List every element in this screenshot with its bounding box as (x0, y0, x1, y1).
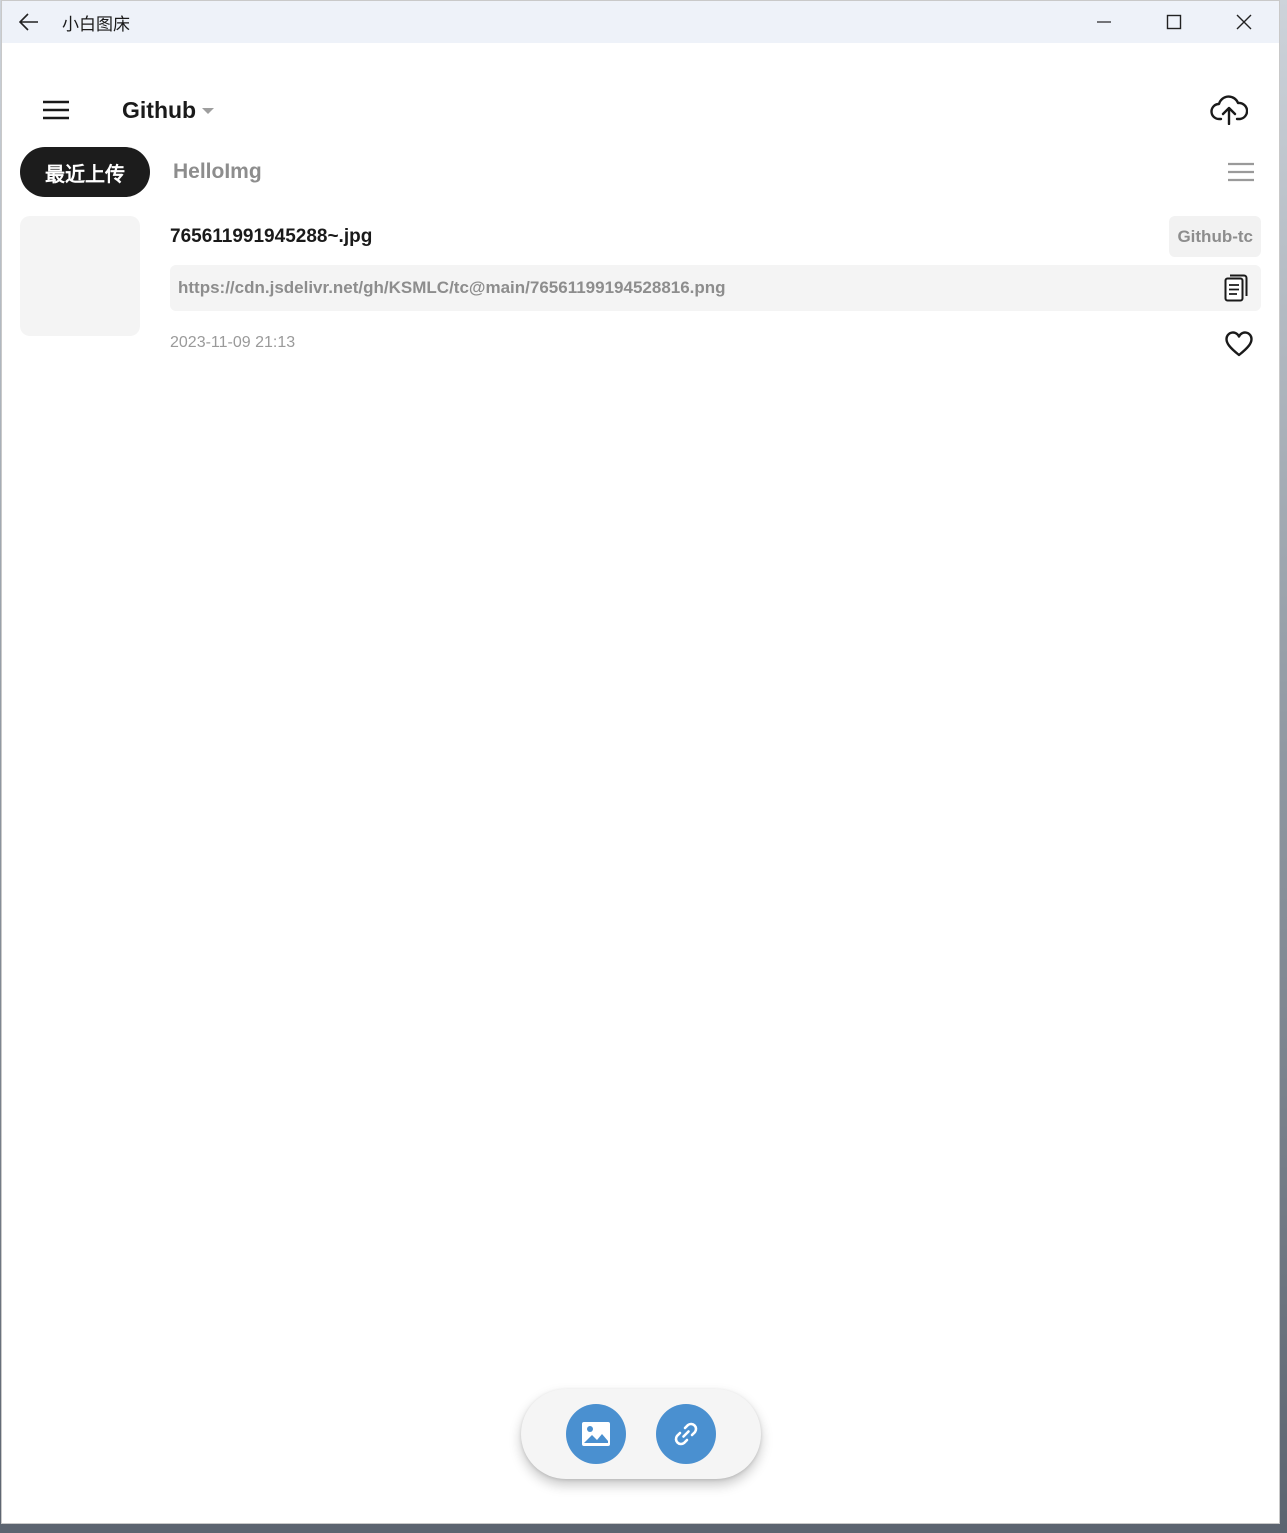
cloud-upload-icon (1210, 95, 1248, 125)
app-window: 小白图床 Github 最近上传 HelloImg 76561199194528… (1, 0, 1280, 1524)
maximize-icon (1166, 14, 1182, 30)
upload-date: 2023-11-09 21:13 (170, 334, 296, 351)
maximize-button[interactable] (1139, 1, 1209, 43)
file-name: 765611991945288~.jpg (170, 226, 373, 247)
app-bar: Github (2, 81, 1279, 139)
title-bar: 小白图床 (2, 1, 1279, 43)
tab-bar: 最近上传 HelloImg (20, 147, 1261, 199)
favorite-button[interactable] (1221, 326, 1257, 362)
tab-recent-uploads[interactable]: 最近上传 (20, 147, 150, 197)
image-thumbnail[interactable] (20, 216, 140, 336)
window-title: 小白图床 (62, 14, 130, 35)
close-icon (1236, 14, 1252, 30)
host-name: Github (122, 96, 197, 123)
upload-image-button[interactable] (566, 1404, 626, 1464)
list-view-button[interactable] (1221, 155, 1261, 189)
floating-action-bar (521, 1389, 761, 1479)
close-button[interactable] (1209, 1, 1279, 43)
window-controls (1069, 1, 1279, 43)
upload-button[interactable] (1205, 87, 1253, 133)
upload-link-button[interactable] (656, 1404, 716, 1464)
arrow-left-icon (19, 13, 38, 31)
list-view-icon (1228, 162, 1254, 182)
host-tag: Github-tc (1169, 216, 1261, 257)
menu-button[interactable] (32, 89, 80, 131)
url-text: https://cdn.jsdelivr.net/gh/KSMLC/tc@mai… (178, 278, 726, 297)
tab-helloimg[interactable]: HelloImg (173, 160, 262, 184)
link-icon (674, 1422, 698, 1446)
heart-icon (1225, 331, 1253, 357)
hamburger-menu-icon (43, 100, 69, 120)
chevron-down-icon (202, 108, 215, 114)
minimize-button[interactable] (1069, 1, 1139, 43)
copy-icon (1224, 274, 1248, 302)
list-item[interactable]: 765611991945288~.jpg Github-tc https://c… (20, 216, 1261, 357)
copy-url-button[interactable] (1219, 271, 1253, 305)
url-field[interactable]: https://cdn.jsdelivr.net/gh/KSMLC/tc@mai… (170, 265, 1261, 311)
back-button[interactable] (2, 1, 56, 43)
minimize-icon (1097, 21, 1111, 23)
host-dropdown[interactable]: Github (122, 93, 215, 127)
image-icon (582, 1422, 610, 1446)
